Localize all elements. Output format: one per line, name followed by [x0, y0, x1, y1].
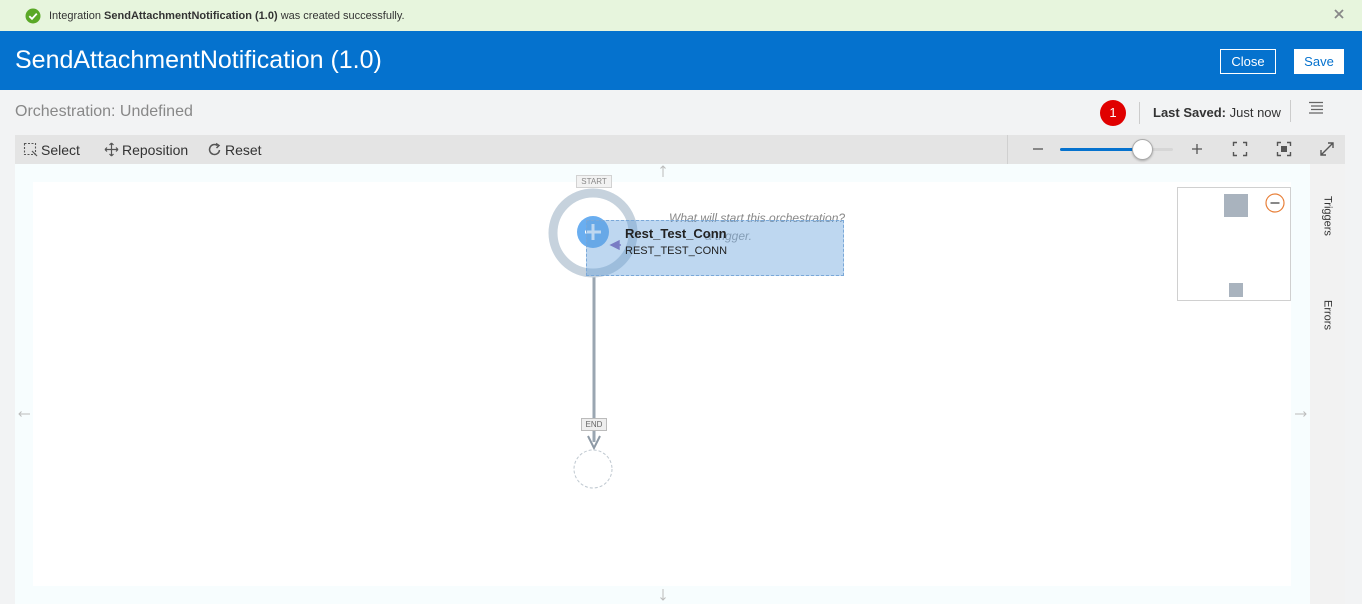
page-header: SendAttachmentNotification (1.0) Close S… [0, 31, 1362, 90]
zoom-out-icon[interactable] [1031, 141, 1045, 157]
menu-lines-icon[interactable] [1308, 101, 1324, 115]
tab-triggers[interactable]: Triggers [1310, 196, 1345, 236]
success-notification: Integration SendAttachmentNotification (… [0, 0, 1362, 31]
notification-message: Integration SendAttachmentNotification (… [49, 10, 405, 22]
error-count-badge[interactable]: 1 [1100, 100, 1126, 126]
right-side-panel: Triggers Errors [1310, 164, 1345, 604]
move-arrows-icon [104, 142, 119, 157]
center-view-icon[interactable] [1276, 141, 1292, 157]
fit-to-screen-icon[interactable] [1232, 141, 1248, 157]
orchestration-canvas[interactable]: START What will start this orchestration… [15, 164, 1310, 604]
trigger-connection-id: REST_TEST_CONN [625, 245, 728, 257]
tab-errors[interactable]: Errors [1310, 300, 1345, 334]
reposition-tool-button[interactable]: Reposition [104, 135, 188, 164]
last-saved-status: Last Saved: Just now [1153, 105, 1281, 120]
page-title: SendAttachmentNotification (1.0) [15, 46, 382, 74]
end-node [573, 449, 613, 489]
minimap-end-block [1229, 283, 1243, 297]
notification-suffix: was created successfully. [280, 9, 405, 22]
select-tool-label: Select [41, 141, 80, 158]
reset-tool-button[interactable]: Reset [207, 135, 262, 164]
end-label: END [581, 418, 607, 431]
last-saved-value: Just now [1229, 105, 1281, 120]
zoom-slider-handle[interactable] [1132, 139, 1154, 160]
reset-arrow-icon [208, 142, 221, 156]
start-label: START [576, 175, 612, 188]
save-button[interactable]: Save [1294, 49, 1344, 74]
notification-integration-name: SendAttachmentNotification (1.0) [104, 9, 278, 22]
orchestration-label: Orchestration: Undefined [15, 103, 193, 120]
toolbar-divider [1007, 135, 1008, 164]
notification-prefix: Integration [49, 9, 101, 22]
check-circle-icon [25, 8, 41, 23]
zoom-slider[interactable] [1060, 139, 1173, 160]
canvas-minimap[interactable] [1177, 187, 1291, 301]
collapse-minimap-icon[interactable] [1265, 193, 1285, 213]
close-button[interactable]: Close [1220, 49, 1276, 74]
expand-icon[interactable] [1319, 141, 1335, 157]
reposition-tool-label: Reposition [122, 141, 189, 158]
select-tool-button[interactable]: Select [23, 135, 80, 164]
zoom-slider-fill [1060, 148, 1143, 151]
trigger-connection-name: Rest_Test_Conn [625, 226, 727, 241]
select-box-icon [23, 142, 38, 157]
reset-tool-label: Reset [225, 141, 262, 158]
zoom-in-icon[interactable] [1190, 141, 1204, 157]
divider [1290, 100, 1291, 122]
canvas-toolbar: Select Reposition Reset [15, 135, 1345, 164]
divider [1139, 102, 1140, 124]
close-icon[interactable] [1332, 7, 1346, 21]
last-saved-key: Last Saved: [1153, 105, 1226, 120]
minimap-start-block [1224, 194, 1248, 217]
